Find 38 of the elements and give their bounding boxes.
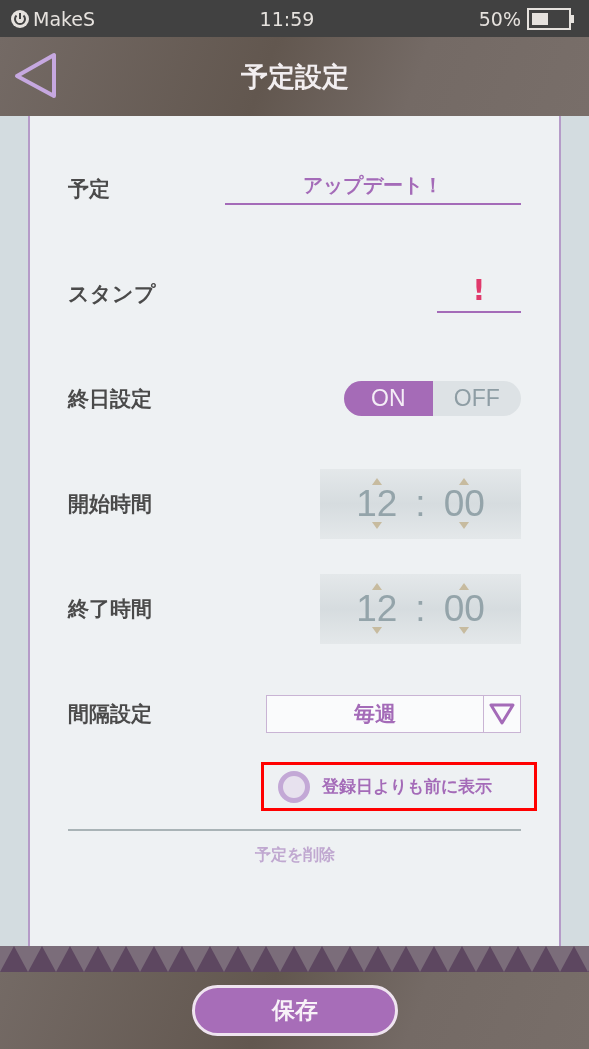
- field-label: 予定: [68, 175, 110, 203]
- time-separator: :: [415, 587, 426, 630]
- up-arrow-icon[interactable]: [459, 583, 470, 590]
- field-label: 開始時間: [68, 490, 152, 518]
- power-icon: [10, 8, 30, 29]
- down-arrow-icon[interactable]: [459, 627, 470, 634]
- off-option[interactable]: OFF: [432, 381, 521, 416]
- clock: 11:59: [259, 7, 315, 30]
- all-day-toggle[interactable]: ON OFF: [344, 381, 521, 416]
- battery-icon: [527, 7, 575, 30]
- minute-value[interactable]: 00: [443, 485, 485, 522]
- radio-button[interactable]: [278, 770, 310, 803]
- hour-value[interactable]: 12: [356, 590, 398, 627]
- field-label: 終日設定: [68, 385, 152, 413]
- hour-value[interactable]: 12: [356, 485, 398, 522]
- interval-dropdown[interactable]: 毎週: [266, 694, 521, 733]
- down-arrow-icon[interactable]: [459, 522, 470, 529]
- field-label: 間隔設定: [68, 700, 152, 728]
- field-label: スタンプ: [68, 280, 156, 308]
- on-option[interactable]: ON: [344, 381, 433, 416]
- title-field[interactable]: アップデート！: [225, 172, 521, 205]
- battery-percent: 50%: [478, 7, 521, 30]
- down-arrow-icon[interactable]: [371, 522, 382, 529]
- back-icon[interactable]: [14, 52, 58, 100]
- down-arrow-icon[interactable]: [371, 627, 382, 634]
- dropdown-icon: [489, 702, 515, 725]
- up-arrow-icon[interactable]: [371, 478, 382, 485]
- app-name: MakeS: [33, 7, 96, 30]
- minute-value[interactable]: 00: [443, 590, 485, 627]
- delete-link[interactable]: 予定を削除: [254, 845, 335, 866]
- option-label: 登録日よりも前に表示: [322, 775, 492, 798]
- field-label: 終了時間: [68, 595, 152, 623]
- up-arrow-icon[interactable]: [371, 583, 382, 590]
- up-arrow-icon[interactable]: [459, 478, 470, 485]
- time-separator: :: [415, 482, 426, 525]
- save-button[interactable]: 保存: [191, 985, 398, 1036]
- stamp-field[interactable]: !: [437, 274, 521, 313]
- page-title: 予定設定: [240, 59, 349, 94]
